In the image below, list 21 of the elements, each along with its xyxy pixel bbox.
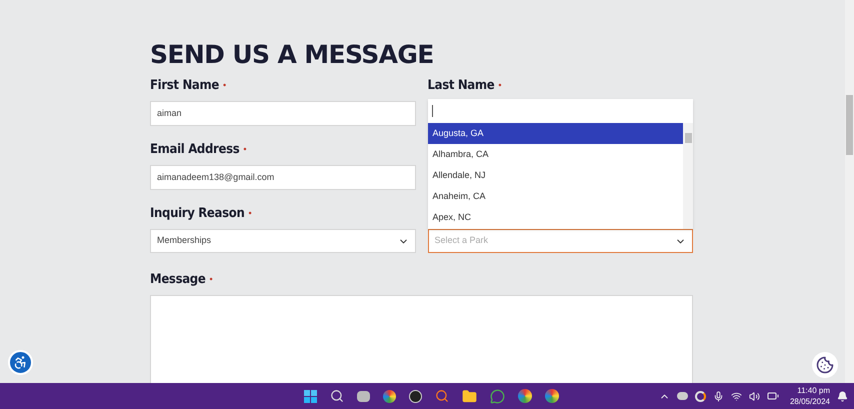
clock-date[interactable]: 28/05/2024 <box>790 396 830 407</box>
dropdown-option[interactable]: Apex, NC <box>428 207 683 228</box>
text-field[interactable]: aiman <box>150 101 416 126</box>
field-label: Inquiry Reason <box>150 205 244 224</box>
field-label: Email Address <box>150 141 240 160</box>
field-label: First Name <box>150 77 219 96</box>
inquiry-select[interactable]: Memberships <box>150 229 416 253</box>
required-mark: • <box>222 79 226 92</box>
field-label: Message <box>150 271 206 290</box>
required-mark: • <box>209 273 213 286</box>
dropdown-option[interactable]: Anaheim, CA <box>428 186 683 207</box>
field-label: Last Name <box>428 77 494 96</box>
required-mark: • <box>243 143 247 156</box>
clock-time[interactable]: 11:40 pm <box>797 385 830 396</box>
page-heading: SEND US A MESSAGE <box>150 40 435 70</box>
dropdown-option[interactable]: Allendale, NJ <box>428 165 683 186</box>
dropdown-option[interactable]: Augusta, GA <box>428 123 683 144</box>
required-mark: • <box>498 79 502 92</box>
text-field[interactable]: aimanadeem138@gmail.com <box>150 165 416 190</box>
required-mark: • <box>248 207 252 220</box>
dropdown-option[interactable]: Alhambra, CA <box>428 144 683 165</box>
